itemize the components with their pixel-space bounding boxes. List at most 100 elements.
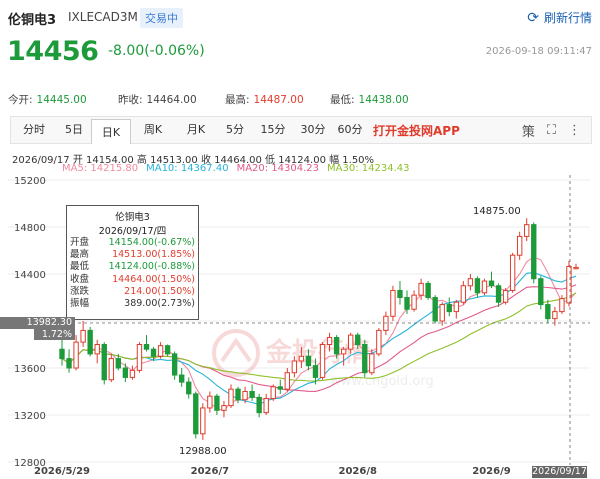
tab-monthly-k[interactable]: 月K — [175, 117, 217, 143]
tooltip-value: 14154.00(-0.67%) — [108, 237, 195, 248]
tooltip-title: 伦铜电3 — [115, 212, 150, 223]
candle-body — [312, 365, 319, 378]
tab-daily-k[interactable]: 日K — [91, 118, 131, 144]
tooltip-value: 14513.00(1.85%) — [112, 249, 195, 261]
candle-body — [164, 345, 171, 355]
ma5-label: MA5: 14215.80 — [62, 163, 139, 174]
crosshair-date-label: 2026/09/17 — [532, 466, 587, 478]
tab-5min[interactable]: 5分 — [217, 117, 253, 143]
tooltip-row: 收盘 14464.00(1.50%) — [67, 274, 198, 286]
ma20-label: MA20: 14304.23 — [236, 163, 320, 174]
tooltip-row: 最高 14513.00(1.85%) — [67, 249, 198, 261]
tooltip-label: 开盘 — [70, 237, 90, 248]
fullscreen-icon[interactable]: ⛶ — [547, 123, 556, 138]
y-tick-label: 14400 — [14, 270, 46, 281]
instrument-code: IXLECAD3M — [68, 10, 138, 24]
candle-body — [404, 297, 410, 310]
tooltip-label: 涨跌 — [70, 285, 90, 297]
open-app-link[interactable]: 打开金投网APP — [373, 122, 460, 139]
x-tick-label: 2026/5/29 — [34, 466, 90, 477]
stat-label: 今开: — [8, 94, 33, 106]
candle-body — [481, 280, 488, 294]
y-tick-label: 13200 — [14, 411, 46, 422]
candle-body — [439, 304, 445, 322]
candle-body — [235, 388, 241, 401]
tooltip-row: 最低 14124.00(-0.88%) — [67, 261, 198, 273]
candle-body — [488, 280, 495, 287]
candle-body — [460, 285, 467, 303]
candle-body — [559, 298, 565, 313]
candle-body — [277, 386, 283, 390]
candle-body — [305, 355, 312, 367]
tooltip-row: 涨跌 214.00(1.50%) — [67, 286, 198, 298]
low-annotation: 12988.00 — [179, 446, 227, 457]
candle-body — [516, 235, 523, 256]
candle-body — [94, 344, 100, 355]
trading-status-badge: 交易中 — [140, 8, 183, 28]
tab-15min[interactable]: 15分 — [253, 117, 293, 143]
candle-body — [143, 344, 150, 350]
candle-body — [333, 336, 340, 355]
tooltip-value: 389.00(2.73%) — [124, 297, 195, 309]
tooltip-row: 开盘 14154.00(-0.67%) — [67, 237, 198, 249]
candle-body — [348, 334, 354, 350]
candle-body — [298, 355, 305, 362]
stat-value: 14445.00 — [36, 94, 87, 106]
candle-body — [524, 224, 530, 237]
candle-body — [263, 398, 269, 414]
tab-5day[interactable]: 5日 — [57, 117, 91, 143]
tooltip-row: 振幅 389.00(2.73%) — [67, 298, 198, 310]
refresh-button[interactable]: ⟳ 刷新行情 — [527, 9, 592, 26]
stat-label: 昨收: — [118, 94, 143, 106]
candle-body — [207, 395, 213, 409]
candle-body — [150, 348, 157, 357]
instrument-name: 伦铜电3 — [8, 13, 57, 28]
y-tick-label: 13600 — [14, 364, 46, 375]
tab-weekly-k[interactable]: 周K — [131, 117, 175, 143]
high-annotation: 14875.00 — [473, 206, 521, 217]
candle-tooltip: 伦铜电3 2026/09/17/四 开盘 14154.00(-0.67%) 最高 1… — [66, 205, 199, 320]
stat-value: 14438.00 — [358, 94, 409, 106]
last-price: 14456 — [7, 36, 99, 67]
crosshair-price-label: 13982.30 — [0, 317, 75, 329]
candle-body — [291, 360, 298, 374]
candle-body — [411, 294, 417, 310]
candle-body — [256, 396, 262, 414]
crosshair-pct-label: 1.72% — [34, 329, 75, 340]
candle-body — [66, 358, 72, 369]
tooltip-value: 214.00(1.50%) — [124, 285, 195, 297]
candle-body — [270, 386, 276, 400]
candle-body — [319, 344, 326, 378]
tooltip-value: 14464.00(1.50%) — [112, 273, 195, 285]
strategy-icon[interactable]: 策 — [522, 121, 535, 140]
candle-body — [249, 391, 255, 398]
candle-body — [573, 266, 579, 270]
more-menu-icon[interactable]: ⋮ — [568, 123, 581, 138]
candle-body — [115, 358, 122, 369]
tab-60min[interactable]: 60分 — [333, 117, 367, 143]
candle-body — [59, 348, 65, 360]
candle-body — [474, 278, 481, 294]
candle-body — [545, 304, 551, 320]
candle-body — [80, 329, 86, 343]
stat-label: 最高: — [225, 94, 250, 106]
candle-body — [186, 381, 192, 395]
candle-body — [355, 334, 361, 346]
candle-body — [390, 289, 396, 317]
candle-body — [193, 393, 199, 435]
refresh-icon: ⟳ — [527, 9, 539, 26]
candle-body — [418, 282, 424, 296]
candle-body — [453, 301, 459, 313]
tab-30min[interactable]: 30分 — [293, 117, 333, 143]
watermark-logo-mark — [220, 337, 252, 363]
stat-value: 14464.00 — [146, 94, 197, 106]
tab-intraday[interactable]: 分时 — [11, 117, 57, 143]
candle-body — [538, 278, 544, 306]
candle-body — [531, 224, 537, 280]
candle-body — [369, 353, 375, 374]
stat-label: 最低: — [330, 94, 355, 106]
candle-body — [214, 395, 220, 411]
ma10-label: MA10: 14367.40 — [146, 163, 229, 174]
candle-body — [446, 304, 452, 313]
candle-body — [502, 289, 509, 303]
